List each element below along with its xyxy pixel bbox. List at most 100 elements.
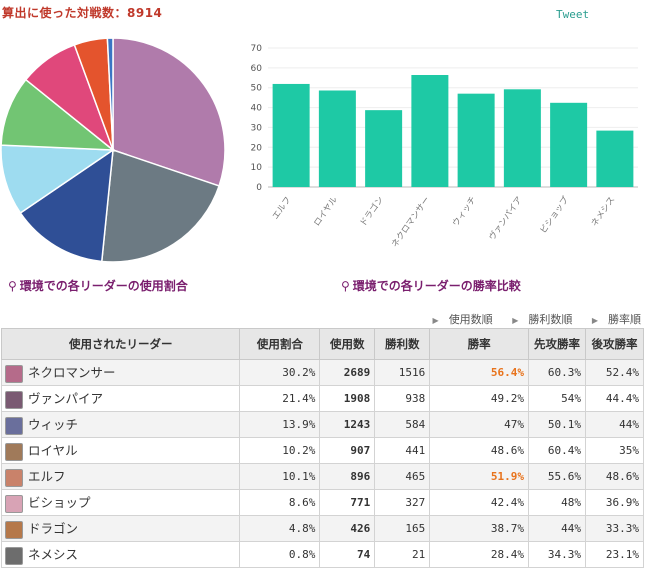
- column-header-winrate[interactable]: 勝率: [429, 328, 530, 360]
- bar-caption: ⚲ 環境での各リーダーの勝率比較: [341, 277, 521, 294]
- leader-avatar: [5, 468, 23, 487]
- leader-stats-table: 使用されたリーダー 使用割合 使用数 勝利数 勝率 先攻勝率 後攻勝率 ネクロマ…: [0, 328, 644, 568]
- y-tick-label: 50: [251, 84, 263, 94]
- uses-cell: 771: [319, 489, 376, 516]
- winrate-cell: 38.7%: [429, 515, 530, 542]
- table-row: ロイヤル 10.2% 907 441 48.6% 60.4% 35%: [0, 437, 644, 464]
- table-row: ビショップ 8.6% 771 327 42.4% 48% 36.9%: [0, 489, 644, 516]
- table-row: ヴァンパイア 21.4% 1908 938 49.2% 54% 44.4%: [0, 385, 644, 412]
- wins-cell: 327: [374, 489, 431, 516]
- sort-by-uses-link[interactable]: ▶ 使用数順: [425, 313, 493, 326]
- leader-name: ビショップ: [28, 495, 91, 511]
- x-tick-label: ロイヤル: [312, 195, 340, 229]
- winrate-cell: 48.6%: [429, 437, 530, 464]
- leader-avatar: [5, 416, 23, 435]
- wins-cell: 441: [374, 437, 431, 464]
- first-winrate-cell: 34.3%: [528, 541, 586, 568]
- x-tick-label: ビショップ: [539, 195, 572, 236]
- second-winrate-cell: 33.3%: [585, 515, 644, 542]
- wins-cell: 1516: [374, 359, 431, 386]
- second-winrate-cell: 35%: [585, 437, 644, 464]
- wins-cell: 938: [374, 385, 431, 412]
- leader-avatar: [5, 494, 23, 513]
- leader-name: ロイヤル: [28, 443, 78, 459]
- first-winrate-cell: 55.6%: [528, 463, 586, 490]
- leader-cell: ネクロマンサー: [0, 359, 241, 386]
- sort-by-winrate-link[interactable]: ▶ 勝率順: [584, 313, 641, 326]
- uses-cell: 1908: [319, 385, 376, 412]
- first-winrate-cell: 44%: [528, 515, 586, 542]
- leader-avatar: [5, 390, 23, 409]
- pie-caption: ⚲ 環境での各リーダーの使用割合: [8, 277, 188, 294]
- leader-name: エルフ: [28, 469, 66, 485]
- triangle-right-icon: ▶: [432, 316, 439, 325]
- sort-by-wins-link[interactable]: ▶ 勝利数順: [504, 313, 572, 326]
- column-header-leader[interactable]: 使用されたリーダー: [0, 328, 241, 360]
- leader-avatar: [5, 442, 23, 461]
- winrate-cell: 51.9%: [429, 463, 530, 490]
- y-tick-label: 10: [251, 163, 263, 173]
- share-cell: 30.2%: [239, 359, 321, 386]
- x-tick-label: ヴァンパイア: [487, 194, 525, 242]
- leader-name: ネクロマンサー: [28, 365, 116, 381]
- first-winrate-cell: 60.3%: [528, 359, 586, 386]
- leader-cell: ウィッチ: [0, 411, 241, 438]
- wins-cell: 21: [374, 541, 431, 568]
- page-title: 算出に使った対戦数：8914: [2, 6, 163, 20]
- uses-cell: 907: [319, 437, 376, 464]
- winrate-cell: 28.4%: [429, 541, 530, 568]
- bar: [272, 83, 310, 187]
- usage-pie-chart: [0, 38, 226, 263]
- second-winrate-cell: 36.9%: [585, 489, 644, 516]
- first-winrate-cell: 48%: [528, 489, 586, 516]
- share-cell: 21.4%: [239, 385, 321, 412]
- bar: [503, 89, 541, 187]
- first-winrate-cell: 50.1%: [528, 411, 586, 438]
- bar: [550, 102, 588, 187]
- wins-cell: 165: [374, 515, 431, 542]
- uses-cell: 2689: [319, 359, 376, 386]
- x-tick-label: ネクロマンサー: [390, 195, 432, 249]
- wins-cell: 465: [374, 463, 431, 490]
- leader-cell: ドラゴン: [0, 515, 241, 542]
- x-tick-label: ネメシス: [590, 195, 618, 229]
- second-winrate-cell: 23.1%: [585, 541, 644, 568]
- table-row: ネクロマンサー 30.2% 2689 1516 56.4% 60.3% 52.4%: [0, 359, 644, 386]
- leader-avatar: [5, 546, 23, 565]
- tweet-button[interactable]: Tweet: [556, 8, 589, 21]
- second-winrate-cell: 48.6%: [585, 463, 644, 490]
- table-row: エルフ 10.1% 896 465 51.9% 55.6% 48.6%: [0, 463, 644, 490]
- wins-cell: 584: [374, 411, 431, 438]
- leader-name: ヴァンパイア: [28, 391, 104, 407]
- column-header-second-winrate[interactable]: 後攻勝率: [585, 328, 644, 360]
- uses-cell: 1243: [319, 411, 376, 438]
- share-cell: 4.8%: [239, 515, 321, 542]
- second-winrate-cell: 44.4%: [585, 385, 644, 412]
- second-winrate-cell: 44%: [585, 411, 644, 438]
- triangle-right-icon: ▶: [512, 316, 519, 325]
- y-tick-label: 40: [251, 104, 263, 114]
- share-cell: 13.9%: [239, 411, 321, 438]
- leader-name: ウィッチ: [28, 417, 79, 433]
- first-winrate-cell: 60.4%: [528, 437, 586, 464]
- winrate-cell: 49.2%: [429, 385, 530, 412]
- bar: [365, 110, 403, 187]
- column-header-first-winrate[interactable]: 先攻勝率: [528, 328, 586, 360]
- sort-links: ▶ 使用数順 ▶ 勝利数順 ▶ 勝率順: [417, 311, 641, 327]
- column-header-uses[interactable]: 使用数: [319, 328, 376, 360]
- leader-avatar: [5, 364, 23, 383]
- bar: [457, 93, 495, 187]
- map-pin-icon: ⚲: [341, 279, 350, 293]
- x-tick-label: ウィッチ: [451, 195, 479, 229]
- bar: [596, 130, 634, 187]
- leader-name: ネメシス: [28, 547, 79, 563]
- y-tick-label: 70: [251, 44, 263, 54]
- share-cell: 8.6%: [239, 489, 321, 516]
- column-header-share[interactable]: 使用割合: [239, 328, 321, 360]
- y-tick-label: 20: [251, 143, 263, 153]
- y-tick-label: 30: [251, 123, 263, 133]
- triangle-right-icon: ▶: [591, 316, 598, 325]
- column-header-wins[interactable]: 勝利数: [374, 328, 431, 360]
- winrate-bar-chart: 0 10 20 30 40 50 60 70 エルフ ロイヤル ドラゴン ネクロマンサー ウィッチ ヴァン…: [251, 44, 638, 249]
- table-row: ドラゴン 4.8% 426 165 38.7% 44% 33.3%: [0, 515, 644, 542]
